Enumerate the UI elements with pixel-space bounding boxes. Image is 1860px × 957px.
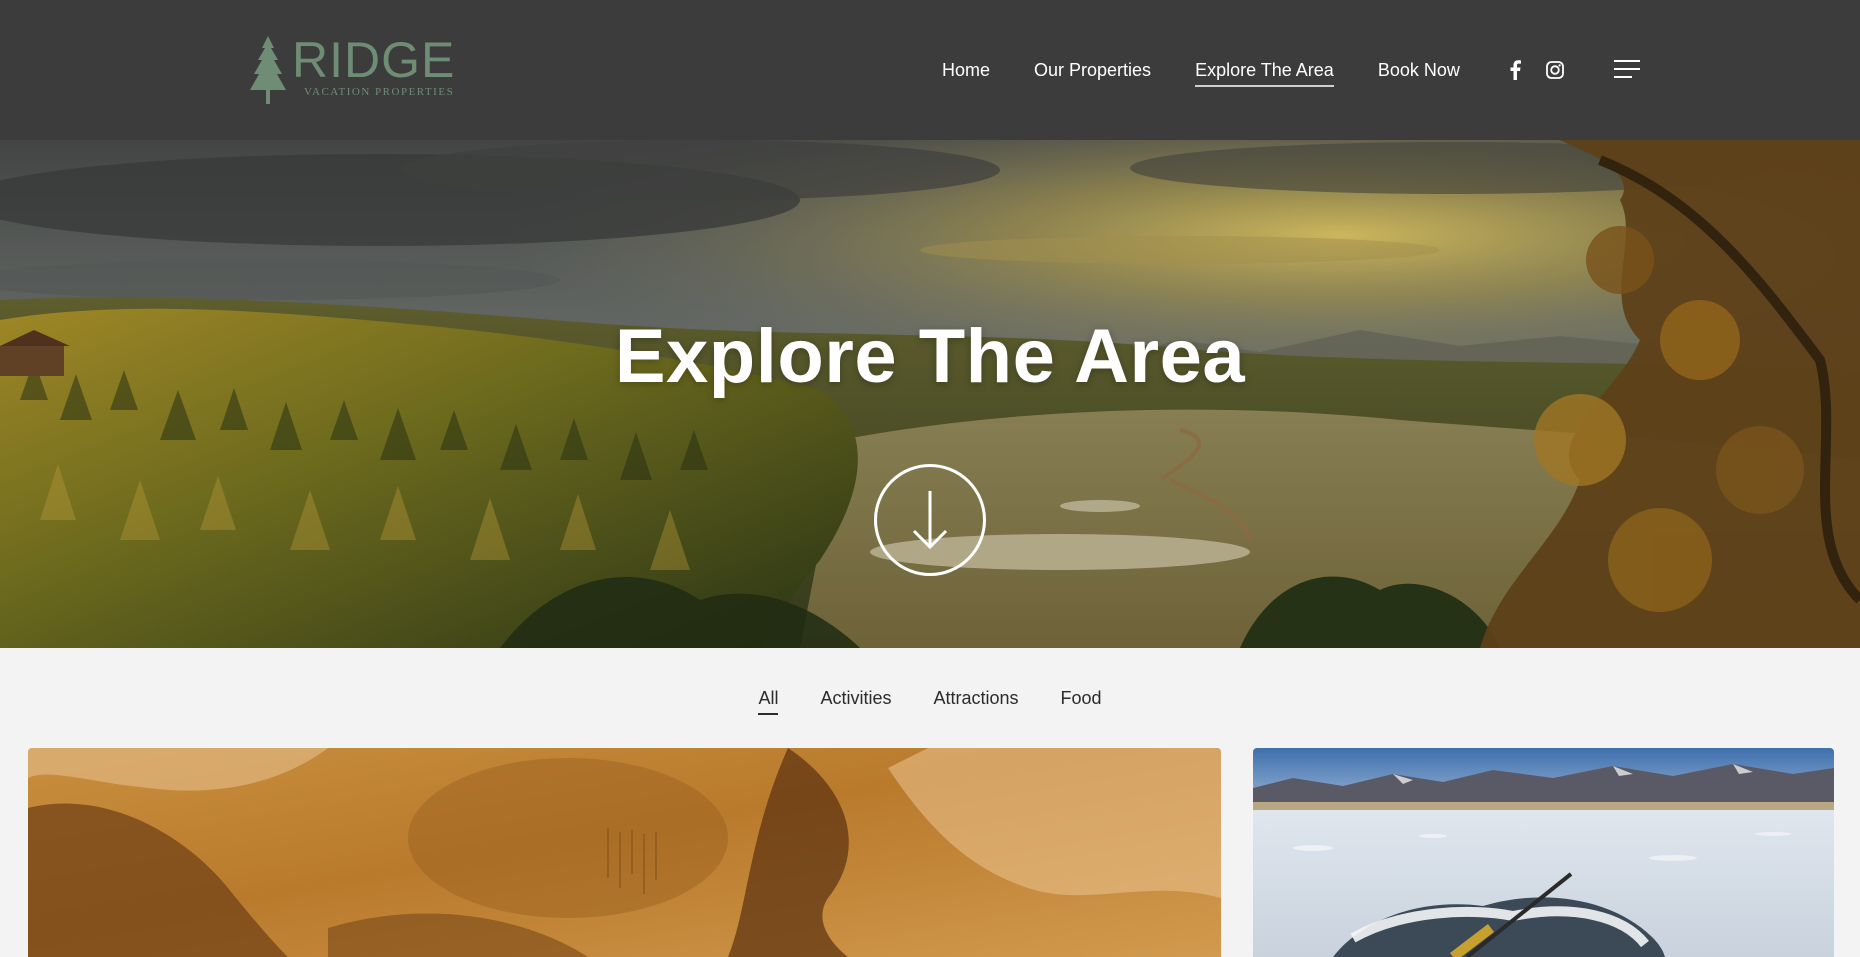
site-header: RIDGE VACATION PROPERTIES Home Our Prope… — [0, 0, 1860, 140]
card-ice-fishing[interactable] — [1253, 748, 1834, 957]
social-links — [1504, 58, 1584, 82]
ice-fishing-image — [1253, 748, 1834, 957]
facebook-icon[interactable] — [1504, 58, 1526, 82]
nav-explore-the-area[interactable]: Explore The Area — [1195, 58, 1334, 87]
filter-attractions[interactable]: Attractions — [933, 686, 1018, 710]
instagram-icon[interactable] — [1544, 58, 1566, 82]
brand-logo[interactable]: RIDGE VACATION PROPERTIES — [246, 34, 456, 106]
hamburger-menu-icon[interactable] — [1614, 60, 1640, 80]
cave-image — [28, 748, 1221, 957]
brand-tagline: VACATION PROPERTIES — [304, 86, 455, 98]
category-filters: All Activities Attractions Food — [0, 686, 1860, 715]
filter-all[interactable]: All — [758, 686, 779, 715]
hero-banner: Explore The Area — [0, 140, 1860, 648]
nav-home[interactable]: Home — [942, 58, 990, 82]
card-cave[interactable] — [28, 748, 1221, 957]
hero-title: Explore The Area — [614, 314, 1246, 399]
brand-name: RIDGE — [292, 32, 456, 88]
filter-activities[interactable]: Activities — [820, 686, 891, 710]
main-nav: Home Our Properties Explore The Area Boo… — [942, 58, 1504, 87]
arrow-down-icon — [912, 491, 948, 550]
nav-book-now[interactable]: Book Now — [1378, 58, 1460, 82]
nav-our-properties[interactable]: Our Properties — [1034, 58, 1151, 82]
pine-tree-icon — [250, 36, 286, 104]
filter-food[interactable]: Food — [1061, 686, 1102, 710]
scroll-down-button[interactable] — [874, 464, 986, 576]
